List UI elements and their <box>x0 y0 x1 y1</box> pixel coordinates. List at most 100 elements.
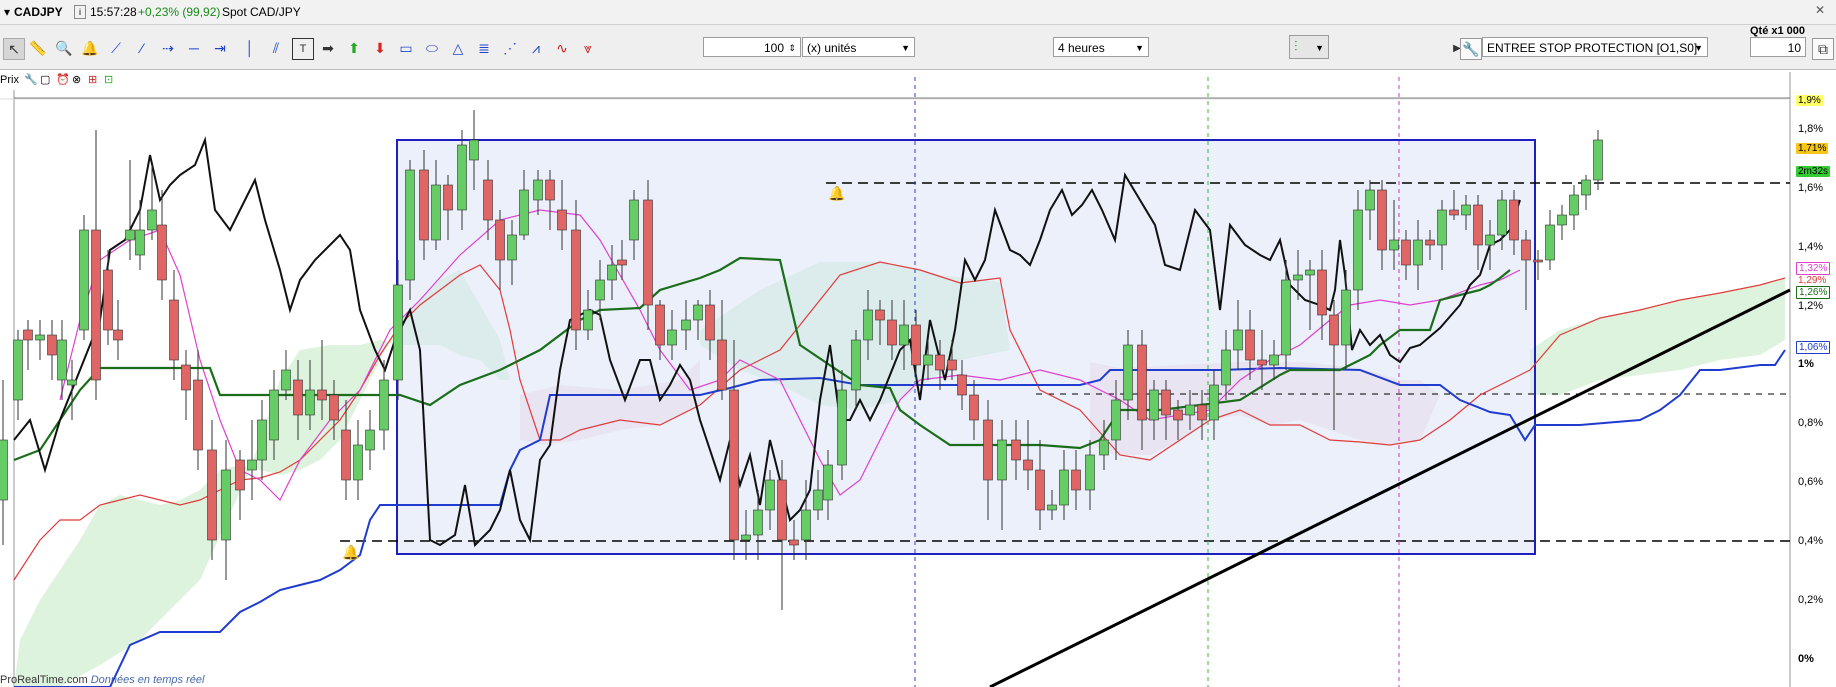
countdown-tag: 2m32s <box>1796 166 1831 177</box>
senkou-tag: 1,29% <box>1796 275 1829 286</box>
buy-sell-icon[interactable]: ⧉ <box>1812 38 1834 60</box>
chevron-down-icon[interactable]: ▼ <box>1315 38 1324 58</box>
arrow-up-icon[interactable]: ⬆ <box>344 38 364 58</box>
arrow-right-icon[interactable]: ➡ <box>318 38 338 58</box>
arrow-down-icon[interactable]: ⬇ <box>370 38 390 58</box>
title-bar: ▾ CADJPY i 15:57:28 +0,23% (99,92) Spot … <box>0 0 1836 25</box>
line-icon[interactable]: ⁄ <box>132 38 152 58</box>
axis-label: 1,6% <box>1798 182 1824 194</box>
wrench-icon[interactable]: 🔧 <box>24 73 38 86</box>
candle-body <box>431 184 441 241</box>
text-icon[interactable]: T <box>292 38 314 60</box>
candle-body <box>1011 439 1021 461</box>
quantity-input[interactable]: 100 ⇕ <box>703 37 801 57</box>
candle-body <box>643 199 653 306</box>
chart-icon[interactable]: ▾ <box>4 5 10 19</box>
candle-body <box>1533 259 1543 263</box>
candle-body <box>705 304 715 341</box>
candle-body <box>393 284 403 381</box>
timeframe-value: 4 heures <box>1058 41 1105 55</box>
candle-body <box>443 184 453 211</box>
tenkan-magenta-line <box>59 209 1521 502</box>
zoom-icon[interactable]: 🔍 <box>54 38 74 58</box>
candle-body <box>1413 239 1423 266</box>
candle-body <box>1545 224 1555 261</box>
rectangle-icon[interactable]: ▭ <box>396 38 416 58</box>
candle-body <box>851 339 861 391</box>
gann-icon[interactable]: ⩘ <box>526 38 546 58</box>
kijun-tag: 1,26% <box>1796 286 1831 299</box>
candle-body <box>281 369 291 391</box>
cloud-green-right <box>1530 278 1785 395</box>
candle-body <box>571 229 581 331</box>
axis-label: 1,4% <box>1798 241 1824 253</box>
fibonacci-icon[interactable]: ≣ <box>474 38 494 58</box>
last-price-tag: 1,71% <box>1796 143 1829 154</box>
candle-body <box>935 354 945 371</box>
candle-body <box>813 489 823 511</box>
chevron-down-icon[interactable]: ▼ <box>1135 38 1144 58</box>
wrench-icon[interactable]: 🔧 <box>1460 38 1482 60</box>
info-icon[interactable]: i <box>74 5 86 19</box>
vertical-line-icon[interactable]: │ <box>240 38 260 58</box>
horizontal-ray-icon[interactable]: ⇥ <box>210 38 230 58</box>
timeframe-select[interactable]: 4 heures ▼ <box>1053 37 1149 57</box>
ruler-icon[interactable]: 📏 <box>28 38 48 58</box>
move-icon[interactable]: ⊡ <box>104 73 113 86</box>
fan-icon[interactable]: ⋰ <box>500 38 520 58</box>
cursor-icon[interactable]: ↖ <box>3 38 25 60</box>
candle-body <box>875 309 885 321</box>
candle-body <box>1293 274 1303 281</box>
channel-icon[interactable]: ⫽ <box>266 38 286 58</box>
candle-body <box>667 329 677 346</box>
candlestick-icon: ⫶ <box>1294 38 1298 54</box>
candle-body <box>957 374 967 396</box>
axis-label: 0,6% <box>1798 476 1824 488</box>
window-icon[interactable]: ▢ <box>40 73 50 86</box>
ray-icon[interactable]: ⇢ <box>158 38 178 58</box>
tenkan-tag: 1,32% <box>1796 262 1831 275</box>
candle-body <box>655 304 665 346</box>
range-box <box>396 139 1536 555</box>
footer-brand[interactable]: ProRealTime.com <box>0 674 88 686</box>
add-indicator-icon[interactable]: ⊞ <box>88 73 97 86</box>
kijun-blue-tag: 1,06% <box>1796 341 1831 354</box>
candle-body <box>157 224 167 281</box>
chevron-down-icon[interactable]: ▼ <box>901 38 910 58</box>
candle-body <box>1085 454 1095 491</box>
pattern-icon[interactable]: ⩔ <box>578 38 598 58</box>
price-chart[interactable]: 🔔 🔔 <box>0 0 1836 687</box>
axis-label: 0% <box>1798 653 1814 665</box>
candle-body <box>257 419 267 461</box>
candle-body <box>693 304 703 321</box>
qty-value: 10 <box>1787 41 1801 55</box>
unit-select-value: (x) unités <box>807 41 857 55</box>
candle-body <box>617 259 627 266</box>
unit-select[interactable]: (x) unités ▼ <box>802 37 915 57</box>
ellipse-icon[interactable]: ⬭ <box>422 38 442 58</box>
stepper-icon[interactable]: ⇕ <box>788 38 796 58</box>
candle-body <box>1581 179 1591 196</box>
chevron-down-icon[interactable]: ▼ <box>1694 38 1703 58</box>
strategy-value: ENTREE STOP PROTECTION [O1,S0] <box>1487 41 1698 55</box>
close-icon[interactable]: ✕ <box>1815 3 1825 17</box>
close-panel-icon[interactable]: ⊗ <box>72 73 81 86</box>
triangle-icon[interactable]: △ <box>448 38 468 58</box>
chart-type-button[interactable]: ⫶ ▼ <box>1289 35 1329 59</box>
kijun-green-line <box>13 256 1511 462</box>
wave-icon[interactable]: ∿ <box>552 38 572 58</box>
symbol-label[interactable]: CADJPY <box>14 5 63 19</box>
candle-body <box>495 219 505 261</box>
alarm-icon[interactable]: ⏰ <box>56 73 70 86</box>
candle-body <box>1137 344 1147 421</box>
horizontal-line-icon[interactable]: ─ <box>184 38 204 58</box>
segment-icon[interactable]: ⟋ <box>106 38 126 58</box>
qty-input[interactable]: 10 <box>1750 37 1806 57</box>
time-label: 15:57:28 <box>90 5 137 19</box>
candle-body <box>1221 349 1231 386</box>
strategy-select[interactable]: ENTREE STOP PROTECTION [O1,S0] ▼ <box>1482 37 1708 57</box>
candle-body <box>1161 389 1171 416</box>
alert-bell-icon[interactable]: 🔔 <box>80 38 100 58</box>
candle-body <box>629 199 639 241</box>
candle-body <box>923 354 933 366</box>
